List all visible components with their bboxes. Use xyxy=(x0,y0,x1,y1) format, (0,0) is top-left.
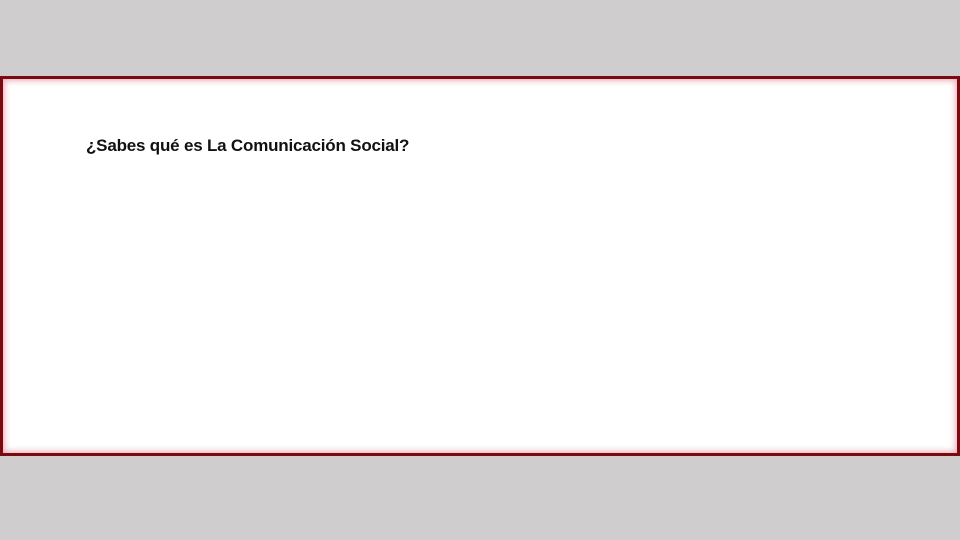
slide-panel: ¿Sabes qué es La Comunicación Social? xyxy=(0,76,960,456)
slide-question-text: ¿Sabes qué es La Comunicación Social? xyxy=(86,136,410,155)
